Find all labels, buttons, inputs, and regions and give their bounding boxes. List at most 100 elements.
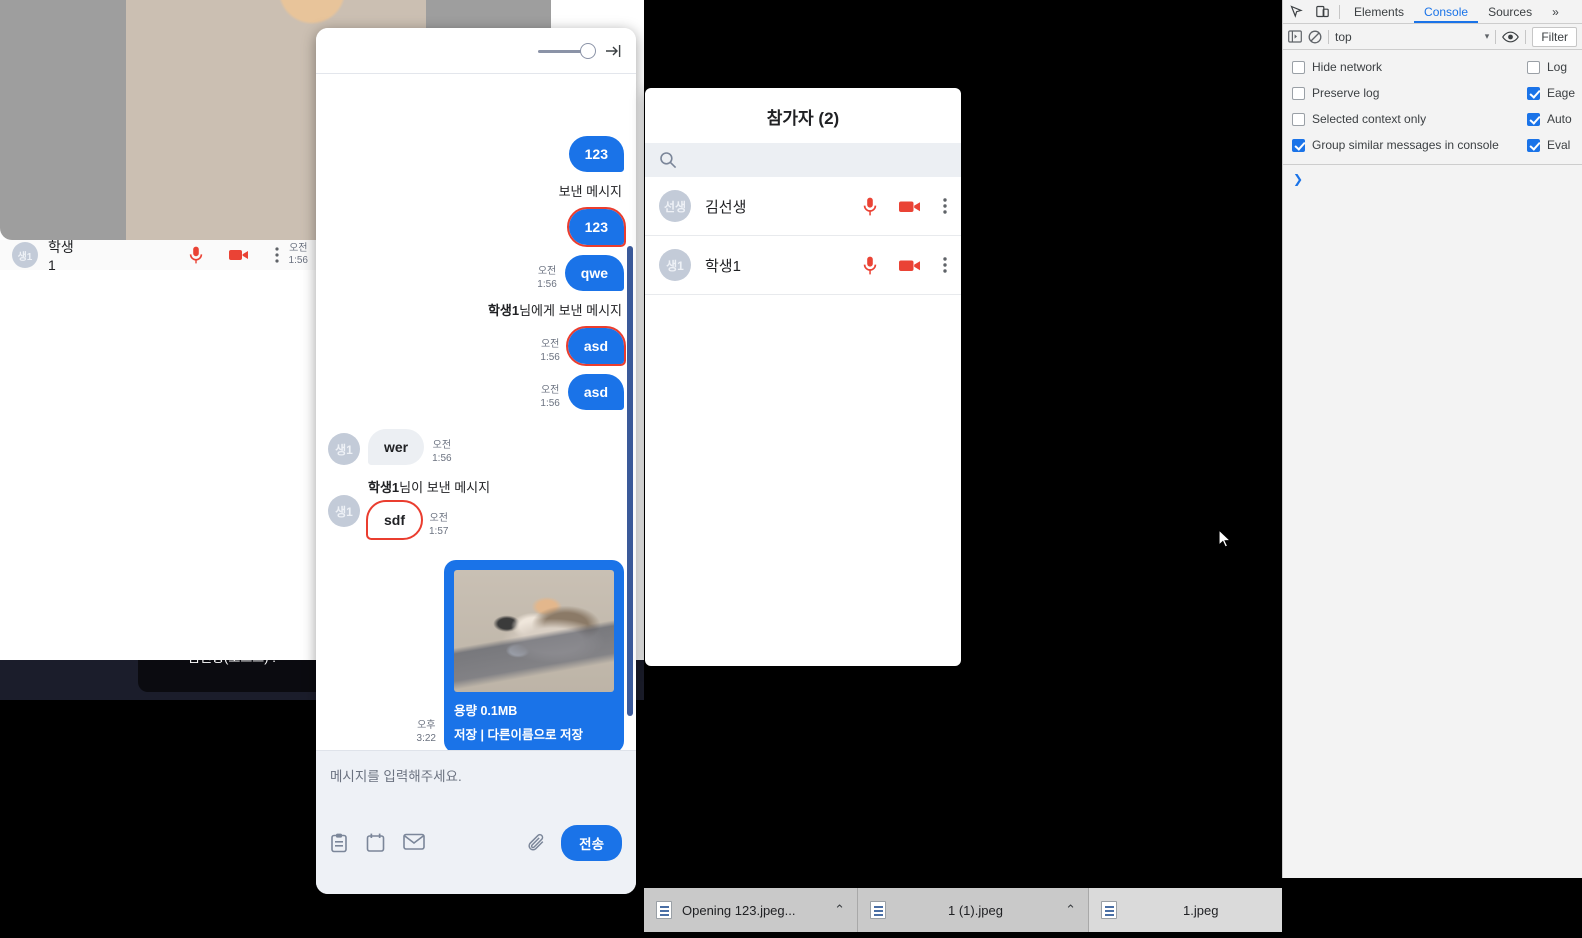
message-row[interactable]: 오전 1:56 asd	[316, 323, 636, 369]
chevron-up-icon[interactable]: ⌃	[1049, 902, 1076, 918]
download-bar[interactable]: Opening 123.jpeg... ⌃ 1 (1).jpeg ⌃ 1.jpe…	[644, 882, 1282, 938]
filter-input[interactable]: Filter	[1532, 26, 1577, 47]
chevron-down-icon[interactable]: ▾	[1485, 31, 1490, 42]
setting-row[interactable]: Hide network Log	[1283, 54, 1582, 80]
message-row[interactable]: 오전 1:56 asd	[316, 369, 636, 415]
attachment-icon[interactable]	[528, 833, 547, 854]
left-composer[interactable]: 메시지를 입력해주세요. 전송	[316, 750, 636, 894]
clipboard-icon[interactable]	[330, 833, 348, 853]
message-bubble[interactable]: 123	[568, 136, 624, 172]
device-toolbar-icon[interactable]	[1309, 5, 1335, 18]
inspect-icon[interactable]	[1283, 5, 1309, 18]
message-row[interactable]: 오전 1:56 qwe	[316, 250, 636, 296]
message-time: 오전 1:56	[537, 266, 557, 290]
message-row-file[interactable]: 오후 3:22 용량 0.1MB 저장 | 다른이름으로 저장	[316, 538, 636, 750]
message-bubble-selected[interactable]: 123	[566, 207, 627, 247]
slider-knob[interactable]	[580, 42, 596, 59]
checkbox[interactable]	[1527, 86, 1540, 100]
message-bubble-selected[interactable]: sdf	[366, 500, 423, 540]
live-expression-icon[interactable]	[1502, 31, 1520, 43]
checkbox[interactable]	[1292, 138, 1305, 152]
context-selector[interactable]: top	[1335, 30, 1479, 44]
setting-preserve-log[interactable]: Preserve log	[1283, 86, 1523, 100]
collapse-right-icon[interactable]	[606, 44, 622, 58]
console-prompt[interactable]: ❯	[1283, 165, 1582, 193]
setting-autocomplete[interactable]: Auto	[1523, 112, 1572, 126]
checkbox[interactable]	[1527, 112, 1540, 126]
setting-hide-network[interactable]: Hide network	[1283, 60, 1523, 74]
participant-row-0[interactable]: 선생 김선생	[645, 177, 961, 236]
devtools-tabbar[interactable]: Elements Console Sources »	[1283, 0, 1582, 24]
more-icon[interactable]	[274, 247, 279, 263]
preview-participant-row[interactable]: 생1 학생1 오전 1:56	[0, 239, 320, 273]
download-item-0[interactable]: Opening 123.jpeg... ⌃	[644, 888, 858, 932]
clipped-toast-text: 음원송(오그그) .	[138, 660, 326, 666]
left-chat-window[interactable]: 123 보낸 메시지 123 오전 1:56 qwe 학생1님에게 보낸 메시지…	[316, 28, 636, 894]
console-toolbar[interactable]: top ▾ Filter	[1283, 24, 1582, 50]
font-size-slider[interactable]	[538, 42, 596, 59]
save-link[interactable]: 저장	[454, 728, 477, 742]
message-bubble[interactable]: wer	[368, 429, 425, 465]
message-bubble[interactable]: asd	[567, 374, 624, 410]
save-as-link[interactable]: 다른이름으로 저장	[487, 728, 582, 742]
left-chat-messages[interactable]: 123 보낸 메시지 123 오전 1:56 qwe 학생1님에게 보낸 메시지…	[316, 74, 636, 750]
chevron-up-icon[interactable]: ⌃	[818, 902, 845, 918]
checkbox[interactable]	[1292, 112, 1305, 126]
setting-log-xhr[interactable]: Log	[1523, 60, 1567, 74]
message-bubble[interactable]: qwe	[564, 255, 624, 291]
clear-console-icon[interactable]	[1308, 30, 1322, 44]
message-row[interactable]: 123	[316, 204, 636, 250]
setting-selected-context-only[interactable]: Selected context only	[1283, 112, 1523, 126]
message-input[interactable]: 메시지를 입력해주세요.	[330, 765, 622, 785]
more-icon[interactable]	[943, 257, 947, 273]
checkbox[interactable]	[1292, 86, 1305, 100]
mail-icon[interactable]	[403, 833, 425, 850]
devtools-panel[interactable]: Elements Console Sources » top ▾ Filter …	[1282, 0, 1582, 878]
setting-row[interactable]: Group similar messages in console Eval	[1283, 132, 1582, 158]
setting-eager-eval[interactable]: Eage	[1523, 86, 1575, 100]
left-chat-header	[316, 28, 636, 74]
download-item-2[interactable]: 1.jpeg	[1089, 888, 1282, 932]
setting-label: Group similar messages in console	[1312, 138, 1499, 152]
cat-photo-thumb[interactable]	[454, 570, 614, 692]
setting-group-similar[interactable]: Group similar messages in console	[1283, 138, 1523, 152]
checkbox[interactable]	[1527, 138, 1540, 152]
video-icon[interactable]	[899, 199, 921, 214]
message-row[interactable]: 생1 wer 오전 1:56	[316, 415, 636, 470]
participants-dialog[interactable]: 참가자 (2) 선생 김선생 생1 학생1	[645, 88, 961, 666]
system-message: 학생1님에게 보낸 메시지	[487, 303, 622, 318]
mic-icon[interactable]	[863, 256, 877, 275]
participants-search[interactable]	[645, 143, 961, 177]
console-settings[interactable]: Hide network Log Preserve log Eage Selec…	[1283, 50, 1582, 165]
tab-sources[interactable]: Sources	[1478, 1, 1542, 23]
setting-row[interactable]: Preserve log Eage	[1283, 80, 1582, 106]
participant-name: 김선생	[705, 198, 747, 216]
download-item-1[interactable]: 1 (1).jpeg ⌃	[858, 888, 1089, 932]
file-icon	[656, 901, 672, 919]
send-button[interactable]: 전송	[561, 825, 622, 861]
participant-row-1[interactable]: 생1 학생1	[645, 236, 961, 295]
avatar: 생1	[328, 433, 360, 465]
checkbox[interactable]	[1527, 60, 1540, 74]
video-icon[interactable]	[228, 248, 249, 262]
calendar-icon[interactable]	[366, 833, 385, 853]
message-row[interactable]: 123	[316, 74, 636, 177]
tab-console[interactable]: Console	[1414, 1, 1479, 23]
mic-icon[interactable]	[863, 197, 877, 216]
console-sidebar-icon[interactable]	[1288, 30, 1302, 43]
message-bubble-selected[interactable]: asd	[565, 326, 627, 366]
checkbox[interactable]	[1292, 60, 1305, 74]
file-card-image[interactable]: 용량 0.1MB 저장 | 다른이름으로 저장	[444, 560, 624, 750]
tab-elements[interactable]: Elements	[1344, 1, 1414, 23]
message-row[interactable]: 생1 학생1님이 보낸 메시지 sdf 오전 1:57	[316, 470, 636, 540]
setting-label: Auto	[1547, 112, 1572, 126]
video-icon[interactable]	[899, 258, 921, 273]
more-icon[interactable]	[943, 198, 947, 214]
file-actions[interactable]: 저장 | 다른이름으로 저장	[454, 724, 614, 743]
left-chat-scrollbar[interactable]	[627, 246, 633, 716]
setting-row[interactable]: Selected context only Auto	[1283, 106, 1582, 132]
tab-more[interactable]: »	[1542, 1, 1569, 23]
setting-eval-triggers[interactable]: Eval	[1523, 138, 1570, 152]
setting-label: Log	[1547, 60, 1568, 74]
mic-icon[interactable]	[189, 246, 203, 264]
